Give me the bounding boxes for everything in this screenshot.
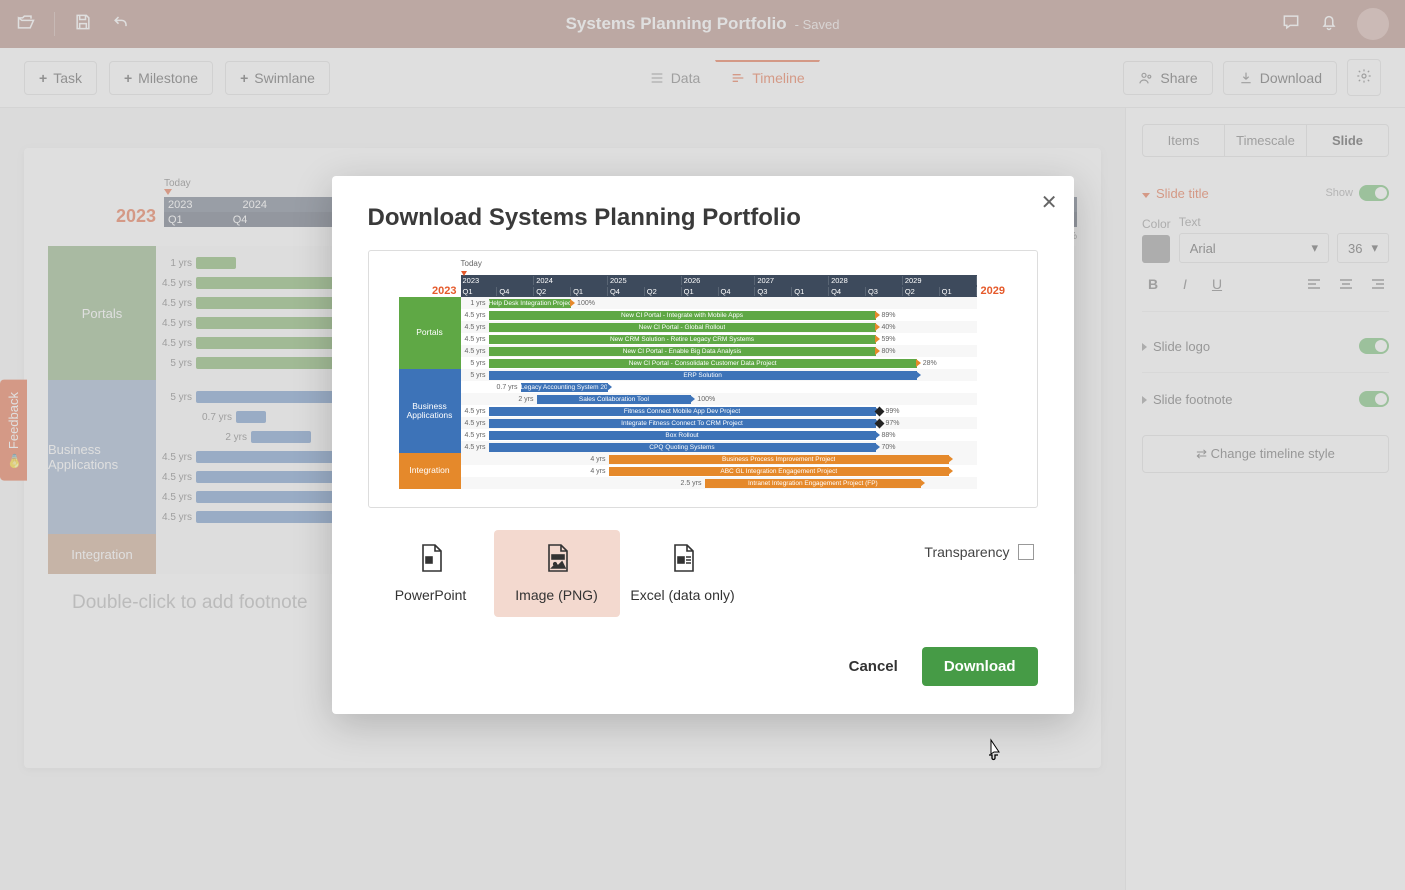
download-confirm-button[interactable]: Download bbox=[922, 647, 1038, 686]
format-image-png[interactable]: PNG Image (PNG) bbox=[494, 530, 620, 617]
preview-task-row: 4.5 yrsNew CI Portal - Global Rollout40% bbox=[461, 321, 977, 333]
preview-task-row: 5 yrsERP Solution bbox=[461, 369, 977, 381]
preview-task-row: 4.5 yrsNew CRM Solution - Retire Legacy … bbox=[461, 333, 977, 345]
preview-task-row: 4.5 yrsIntegrate Fitness Connect To CRM … bbox=[461, 417, 977, 429]
preview-swimlane-portals: Portals bbox=[399, 297, 461, 369]
close-icon[interactable]: ✕ bbox=[1041, 190, 1058, 215]
download-preview: 2023 Today 2023202420252026202720282029 … bbox=[368, 250, 1038, 508]
preview-today-label: Today bbox=[461, 259, 482, 268]
transparency-checkbox[interactable] bbox=[1018, 544, 1034, 560]
preview-task-row: 2.5 yrsIntranet Integration Engagement P… bbox=[461, 477, 977, 489]
preview-task-row: 4.5 yrsCPQ Quoting Systems70% bbox=[461, 441, 977, 453]
preview-task-row: 4 yrsABC GL Integration Engagement Proje… bbox=[461, 465, 977, 477]
preview-task-row: 2 yrsSales Collaboration Tool100% bbox=[461, 393, 977, 405]
modal-title: Download Systems Planning Portfolio bbox=[368, 204, 1038, 232]
preview-task-row: 4.5 yrsBox Rollout88% bbox=[461, 429, 977, 441]
preview-today-marker-icon bbox=[461, 271, 467, 276]
preview-task-row: 4.5 yrsNew CI Portal - Integrate with Mo… bbox=[461, 309, 977, 321]
preview-task-row: 1 yrsHelp Desk Integration Project100% bbox=[461, 297, 977, 309]
preview-task-row: 4.5 yrsNew CI Portal - Enable Big Data A… bbox=[461, 345, 977, 357]
preview-task-row: 0.7 yrsLegacy Accounting System 2010 bbox=[461, 381, 977, 393]
cancel-button[interactable]: Cancel bbox=[843, 648, 904, 685]
preview-swimlane-int: Integration bbox=[399, 453, 461, 489]
preview-task-row: 4.5 yrsFitness Connect Mobile App Dev Pr… bbox=[461, 405, 977, 417]
preview-end-year: 2029 bbox=[977, 285, 1007, 297]
transparency-label: Transparency bbox=[924, 544, 1009, 560]
download-modal: ✕ Download Systems Planning Portfolio 20… bbox=[332, 176, 1074, 714]
preview-task-row: 5 yrsNew CI Portal - Consolidate Custome… bbox=[461, 357, 977, 369]
svg-text:PNG: PNG bbox=[554, 555, 562, 559]
format-excel[interactable]: X Excel (data only) bbox=[620, 530, 746, 617]
modal-overlay: ✕ Download Systems Planning Portfolio 20… bbox=[0, 0, 1405, 890]
preview-task-row: 4 yrsBusiness Process Improvement Projec… bbox=[461, 453, 977, 465]
format-powerpoint[interactable]: P PowerPoint bbox=[368, 530, 494, 617]
preview-swimlane-biz: Business Applications bbox=[399, 369, 461, 453]
preview-start-year: 2023 bbox=[399, 285, 461, 297]
